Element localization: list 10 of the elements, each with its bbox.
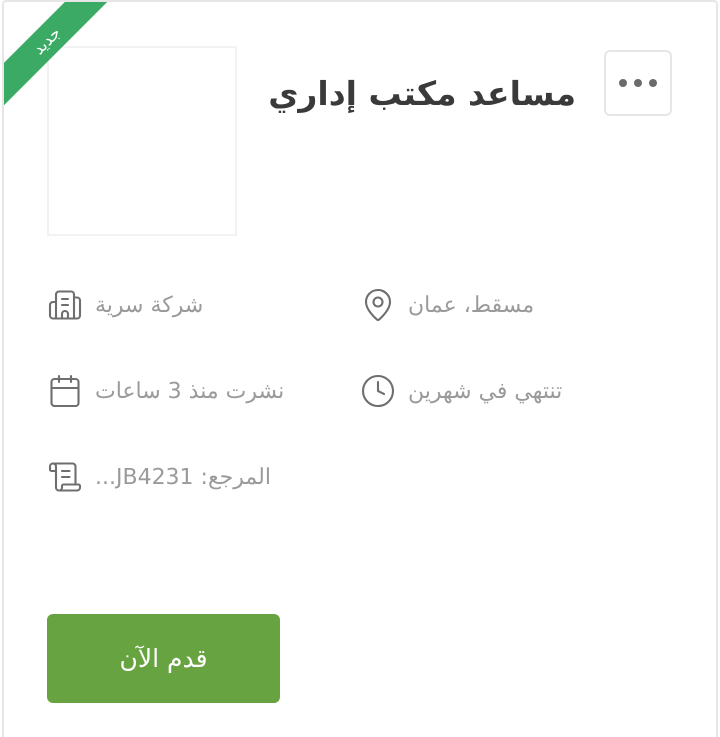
- detail-text: شركة سرية: [95, 292, 204, 318]
- detail-text: نشرت منذ 3 ساعات: [95, 378, 284, 404]
- more-button[interactable]: [604, 50, 672, 116]
- detail-text: المرجع: JB4231...: [95, 464, 271, 490]
- apply-button[interactable]: قدم الآن: [47, 614, 280, 703]
- job-title: مساعد مكتب إداري: [267, 74, 576, 113]
- more-icon: [619, 79, 657, 87]
- detail-text: مسقط، عمان: [408, 292, 534, 318]
- detail-text: تنتهي في شهرين: [408, 378, 562, 404]
- clock-icon: [360, 373, 396, 409]
